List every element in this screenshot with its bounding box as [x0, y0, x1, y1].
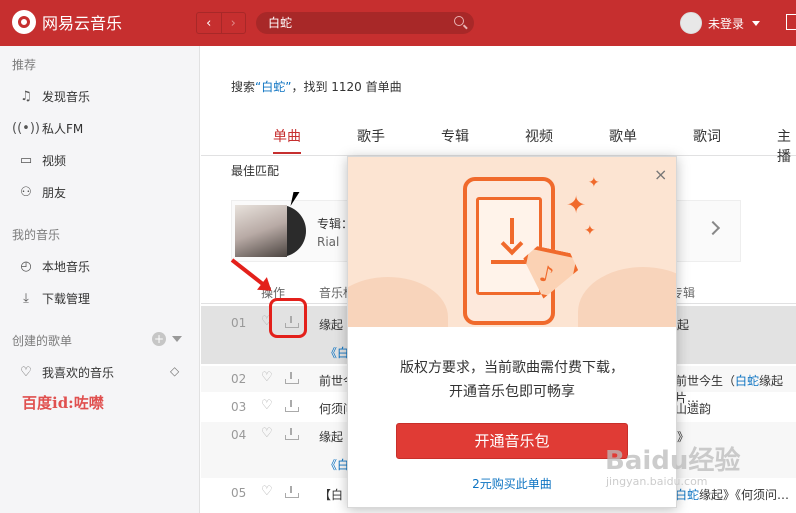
tab-lyrics[interactable]: 歌词 — [693, 126, 721, 146]
dialog-message-line2: 开通音乐包即可畅享 — [449, 384, 575, 400]
search-summary: 搜索“白蛇”，找到 1120 首单曲 — [231, 78, 402, 95]
section-recommend: 推荐 — [12, 58, 37, 72]
dialog-illustration: ♪ ✦ ✦ ✦ × — [348, 157, 676, 327]
tab-videos[interactable]: 视频 — [525, 126, 553, 146]
top-bar: 网易云音乐 ‹ › 白蛇 未登录 — [0, 0, 796, 46]
like-icon[interactable]: ♡ — [261, 426, 273, 441]
download-icon[interactable] — [285, 400, 299, 412]
tab-albums[interactable]: 专辑 — [441, 126, 469, 146]
song-title[interactable]: 【白 — [319, 486, 343, 503]
sidebar-item-label: 发现音乐 — [42, 90, 91, 104]
sidebar-item-video[interactable]: ▭ 视频 — [18, 152, 66, 169]
summary-query: “白蛇” — [255, 80, 292, 94]
heartbeat-mode-icon[interactable]: ◇ — [170, 364, 179, 378]
tab-artists[interactable]: 歌手 — [357, 126, 385, 146]
row-index: 01 — [231, 316, 247, 330]
sidebar: 推荐 ♫ 发现音乐 ((•)) 私人FM ▭ 视频 ⚇ 朋友 我的音乐 ◴ 本地… — [0, 46, 200, 513]
row-index: 04 — [231, 428, 247, 442]
baidu-watermark-url: jingyan.baidu.com — [606, 475, 708, 488]
sparkle-icon: ✦ — [584, 223, 596, 239]
sidebar-item-label: 本地音乐 — [42, 260, 91, 274]
result-tabs: 单曲 歌手 专辑 视频 歌单 歌词 主播 — [201, 126, 796, 165]
tab-songs[interactable]: 单曲 — [273, 126, 301, 154]
summary-prefix: 搜索 — [231, 80, 256, 94]
download-icon[interactable] — [285, 428, 299, 440]
like-icon[interactable]: ♡ — [261, 370, 273, 385]
section-my-music: 我的音乐 — [12, 228, 61, 242]
user-watermark: 百度id:咗噤 — [22, 394, 104, 412]
history-nav: ‹ › — [196, 12, 246, 34]
download-icon[interactable] — [285, 372, 299, 384]
radio-icon: ((•)) — [12, 121, 40, 136]
app-logo[interactable]: 网易云音乐 — [12, 10, 122, 34]
song-title[interactable]: 缘起 — [319, 428, 343, 445]
open-music-package-button[interactable]: 开通音乐包 — [396, 423, 628, 459]
row-index: 05 — [231, 486, 247, 500]
skin-icon[interactable] — [786, 14, 796, 30]
sidebar-item-label: 视频 — [42, 154, 67, 168]
sidebar-item-discover[interactable]: ♫ 发现音乐 — [18, 88, 90, 105]
sidebar-item-favorites[interactable]: ♡ 我喜欢的音乐 — [18, 364, 114, 381]
annotation-highlight — [269, 298, 307, 338]
sidebar-item-downloads[interactable]: ⤓ 下载管理 — [18, 290, 90, 307]
album-cell[interactable]: 山遗韵 — [675, 400, 711, 417]
heart-icon: ♡ — [20, 365, 32, 380]
add-playlist-icon[interactable]: + — [152, 332, 166, 346]
avatar[interactable] — [680, 12, 702, 34]
summary-suffix: ，找到 1120 首单曲 — [291, 80, 402, 94]
download-icon[interactable] — [285, 486, 299, 498]
sidebar-item-label: 私人FM — [42, 122, 84, 136]
download-arrow-icon — [501, 218, 523, 258]
sparkle-icon: ✦ — [588, 175, 600, 191]
album-cell[interactable]: 白蛇缘起》《何须问… — [675, 486, 789, 503]
video-icon: ▭ — [19, 153, 33, 168]
sidebar-item-fm[interactable]: ((•)) 私人FM — [12, 120, 84, 137]
hero-hill — [578, 267, 676, 327]
sidebar-item-friends[interactable]: ⚇ 朋友 — [18, 184, 66, 201]
music-note-icon: ♫ — [20, 89, 32, 104]
sidebar-item-label: 下载管理 — [42, 292, 91, 306]
tab-djs[interactable]: 主播 — [777, 126, 796, 166]
section-created-playlists: 创建的歌单 — [12, 334, 73, 348]
sidebar-item-local[interactable]: ◴ 本地音乐 — [18, 258, 90, 275]
search-value: 白蛇 — [268, 16, 293, 30]
sidebar-item-label: 我喜欢的音乐 — [42, 366, 115, 380]
album-cover — [235, 205, 287, 257]
tab-playlists[interactable]: 歌单 — [609, 126, 637, 146]
app-title: 网易云音乐 — [42, 14, 123, 33]
chevron-down-icon[interactable] — [752, 20, 761, 26]
dialog-message-line1: 版权方要求，当前歌曲需付费下载， — [400, 360, 624, 376]
baidu-watermark: Baidu经验 — [605, 446, 741, 476]
search-input[interactable]: 白蛇 — [256, 12, 474, 34]
forward-button[interactable]: › — [220, 13, 246, 33]
login-status[interactable]: 未登录 — [708, 15, 744, 32]
song-title[interactable]: 缘起 — [319, 316, 343, 333]
chevron-down-icon[interactable] — [172, 336, 182, 342]
chevron-right-icon[interactable] — [705, 220, 721, 236]
search-icon[interactable] — [454, 16, 464, 26]
user-menu[interactable]: 未登录 — [680, 12, 761, 34]
song-subtitle: 《白 — [325, 458, 350, 472]
best-match-title: 最佳匹配 — [231, 164, 280, 178]
back-button[interactable]: ‹ — [197, 13, 221, 33]
friends-icon: ⚇ — [20, 185, 32, 200]
music-gem-icon: ♪ — [515, 244, 581, 310]
download-icon: ⤓ — [23, 291, 29, 306]
close-icon[interactable]: × — [654, 165, 667, 184]
hero-hill — [348, 277, 448, 327]
like-icon[interactable]: ♡ — [261, 484, 273, 499]
row-index: 02 — [231, 372, 247, 386]
row-index: 03 — [231, 400, 247, 414]
album-cell[interactable]: 起 — [677, 316, 689, 333]
sparkle-icon: ✦ — [566, 191, 587, 219]
local-music-icon: ◴ — [20, 259, 32, 274]
sidebar-item-label: 朋友 — [42, 186, 67, 200]
album-artist: Rial — [317, 235, 340, 249]
netease-logo-icon — [12, 10, 36, 34]
like-icon[interactable]: ♡ — [261, 398, 273, 413]
